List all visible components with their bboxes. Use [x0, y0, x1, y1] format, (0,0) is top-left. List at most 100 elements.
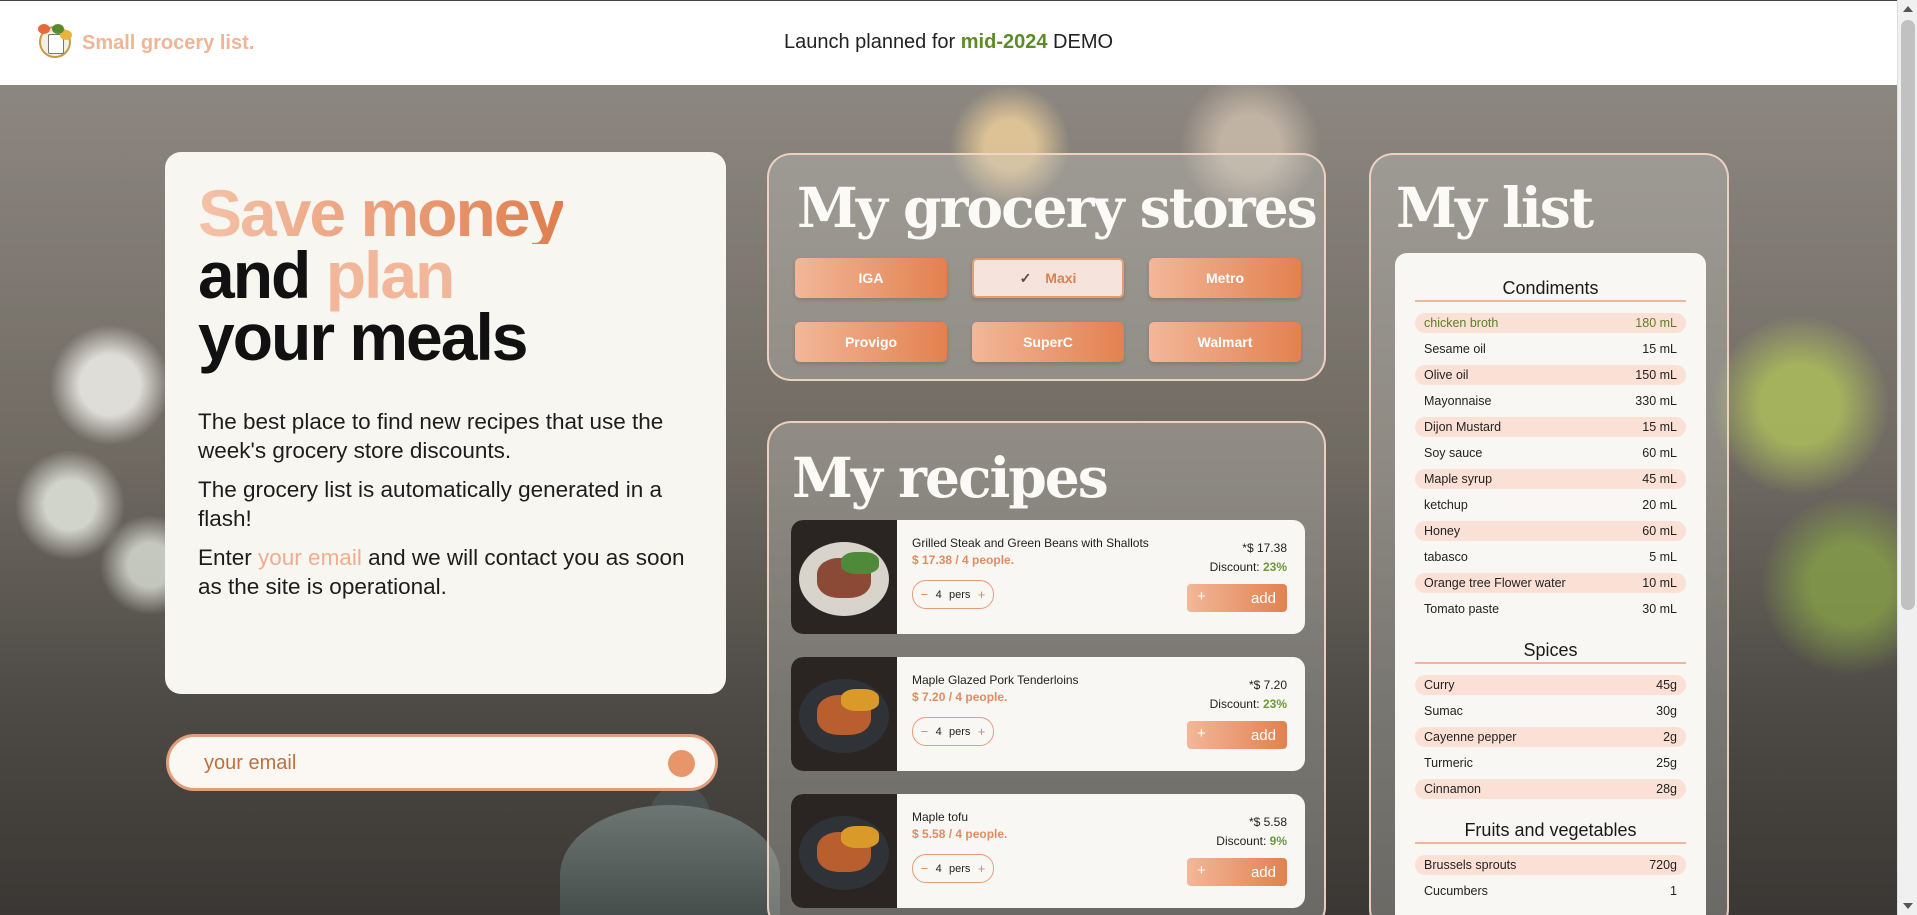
hero-para-1: The best place to find new recipes that … [198, 409, 664, 463]
top-header: Small grocery list. Launch planned for m… [0, 0, 1897, 85]
add-label: add [1250, 726, 1276, 744]
list-item[interactable]: Dijon Mustard 15 mL [1415, 417, 1686, 437]
item-name: Soy sauce [1424, 446, 1483, 460]
recipe-image-steak[interactable] [791, 520, 897, 634]
scrollbar-thumb[interactable] [1901, 20, 1915, 610]
discount-value: 23% [1262, 697, 1287, 711]
minus-icon[interactable]: − [921, 724, 929, 739]
recipe-name[interactable]: Grilled Steak and Green Beans with Shall… [912, 536, 1149, 550]
list-item[interactable]: Brussels sprouts 720g [1415, 855, 1686, 875]
persons-stepper: − 4 pers + [912, 854, 994, 883]
list-item[interactable]: Cayenne pepper 2g [1415, 727, 1686, 747]
list-item[interactable]: Maple syrup 45 mL [1415, 469, 1686, 489]
list-item[interactable]: tabasco 5 mL [1415, 547, 1686, 567]
category-title-condiments: Condiments [1415, 278, 1686, 302]
list-item[interactable]: Turmeric 25g [1415, 753, 1686, 773]
recipe-image-tofu[interactable] [791, 794, 897, 908]
item-qty: 15 mL [1642, 342, 1677, 356]
your-email-link[interactable]: your email [258, 545, 362, 570]
add-recipe-button[interactable]: + add [1187, 858, 1287, 886]
list-item[interactable]: ketchup 20 mL [1415, 495, 1686, 515]
item-qty: 45g [1656, 678, 1677, 692]
item-qty: 5 mL [1649, 550, 1677, 564]
plus-icon[interactable]: + [978, 724, 986, 739]
store-button-walmart[interactable]: Walmart [1149, 322, 1301, 362]
plus-icon[interactable]: + [978, 587, 986, 602]
discount-value: 9% [1269, 834, 1287, 848]
item-name: Turmeric [1424, 756, 1473, 770]
list-item[interactable]: Orange tree Flower water 10 mL [1415, 573, 1686, 593]
grocery-stores-panel: My grocery stores IGA ✓ Maxi Metro Provig… [767, 153, 1326, 381]
item-name: Brussels sprouts [1424, 858, 1517, 872]
item-name: Dijon Mustard [1424, 420, 1502, 434]
list-item[interactable]: Mayonnaise 330 mL [1415, 391, 1686, 411]
recipe-total: *$ 5.58 [1248, 815, 1287, 829]
recipes-title: My recipes [792, 445, 1109, 510]
list-item[interactable]: Sumac 30g [1415, 701, 1686, 721]
store-button-iga[interactable]: IGA [795, 258, 947, 298]
list-item[interactable]: chicken broth 180 mL [1415, 313, 1686, 333]
email-input[interactable] [204, 749, 634, 777]
discount-value: 23% [1262, 560, 1287, 574]
persons-count: 4 [935, 725, 942, 738]
recipe-name[interactable]: Maple tofu [912, 810, 968, 824]
recipe-total: *$ 7.20 [1248, 678, 1287, 692]
list-item[interactable]: Cucumbers 1 [1415, 881, 1686, 901]
item-qty: 720g [1649, 858, 1677, 872]
email-submit-button[interactable] [668, 750, 695, 777]
recipe-name[interactable]: Maple Glazed Pork Tenderloins [912, 673, 1079, 687]
store-button-provigo[interactable]: Provigo [795, 322, 947, 362]
item-name: Orange tree Flower water [1424, 576, 1566, 590]
list-item[interactable]: Cinnamon 28g [1415, 779, 1686, 799]
recipe-discount: Discount: 9% [1216, 834, 1287, 848]
list-item[interactable]: Curry 45g [1415, 675, 1686, 695]
item-qty: 60 mL [1642, 446, 1677, 460]
category-title-spices: Spices [1415, 640, 1686, 664]
recipe-price: $ 5.58 / 4 people. [912, 827, 1008, 841]
recipe-price: $ 7.20 / 4 people. [912, 690, 1008, 704]
list-item[interactable]: Sesame oil 15 mL [1415, 339, 1686, 359]
scroll-up-arrow-icon[interactable] [1903, 6, 1913, 12]
hero-card: Save money and plan your meals The best … [165, 152, 726, 694]
list-item[interactable]: Tomato paste 30 mL [1415, 599, 1686, 619]
item-name: Olive oil [1424, 368, 1469, 382]
minus-icon[interactable]: − [921, 861, 929, 876]
add-label: add [1250, 863, 1276, 881]
list-item[interactable]: Olive oil 150 mL [1415, 365, 1686, 385]
item-qty: 10 mL [1642, 576, 1677, 590]
item-name: Sumac [1424, 704, 1463, 718]
item-name: tabasco [1424, 550, 1468, 564]
list-item[interactable]: Soy sauce 60 mL [1415, 443, 1686, 463]
cooking-pot [560, 805, 780, 915]
my-list-title: My list [1396, 175, 1594, 240]
store-button-metro[interactable]: Metro [1149, 258, 1301, 298]
item-qty: 30 mL [1642, 602, 1677, 616]
announce-suffix: DEMO [1047, 31, 1114, 53]
item-qty: 180 mL [1635, 316, 1677, 330]
plus-icon[interactable]: + [978, 861, 986, 876]
plus-icon: + [1197, 862, 1206, 879]
hero-para-3: Enter your email and we will contact you… [198, 543, 698, 601]
hero-title-line1: Save money [198, 176, 565, 250]
recipe-card: Grilled Steak and Green Beans with Shall… [791, 520, 1305, 634]
add-recipe-button[interactable]: + add [1187, 584, 1287, 612]
minus-icon[interactable]: − [921, 587, 929, 602]
email-form [166, 734, 718, 791]
hero-para-2: The grocery list is automatically genera… [198, 477, 662, 531]
announce-highlight: mid-2024 [960, 31, 1048, 53]
recipe-total: *$ 17.38 [1242, 541, 1287, 555]
add-recipe-button[interactable]: + add [1187, 721, 1287, 749]
recipe-price: $ 17.38 / 4 people. [912, 553, 1015, 567]
store-button-superc[interactable]: SuperC [972, 322, 1124, 362]
discount-label: Discount: [1209, 697, 1263, 711]
scroll-down-arrow-icon[interactable] [1903, 903, 1913, 909]
page-scrollbar[interactable] [1897, 0, 1917, 915]
recipe-image-pork[interactable] [791, 657, 897, 771]
hero-title-line3: your meals [198, 300, 528, 374]
item-qty: 30g [1656, 704, 1677, 718]
store-button-maxi[interactable]: ✓ Maxi [972, 258, 1124, 298]
recipe-card: Maple Glazed Pork Tenderloins $ 7.20 / 4… [791, 657, 1305, 771]
item-name: Honey [1424, 524, 1461, 538]
store-label-maxi: Maxi [1045, 269, 1077, 286]
list-item[interactable]: Honey 60 mL [1415, 521, 1686, 541]
